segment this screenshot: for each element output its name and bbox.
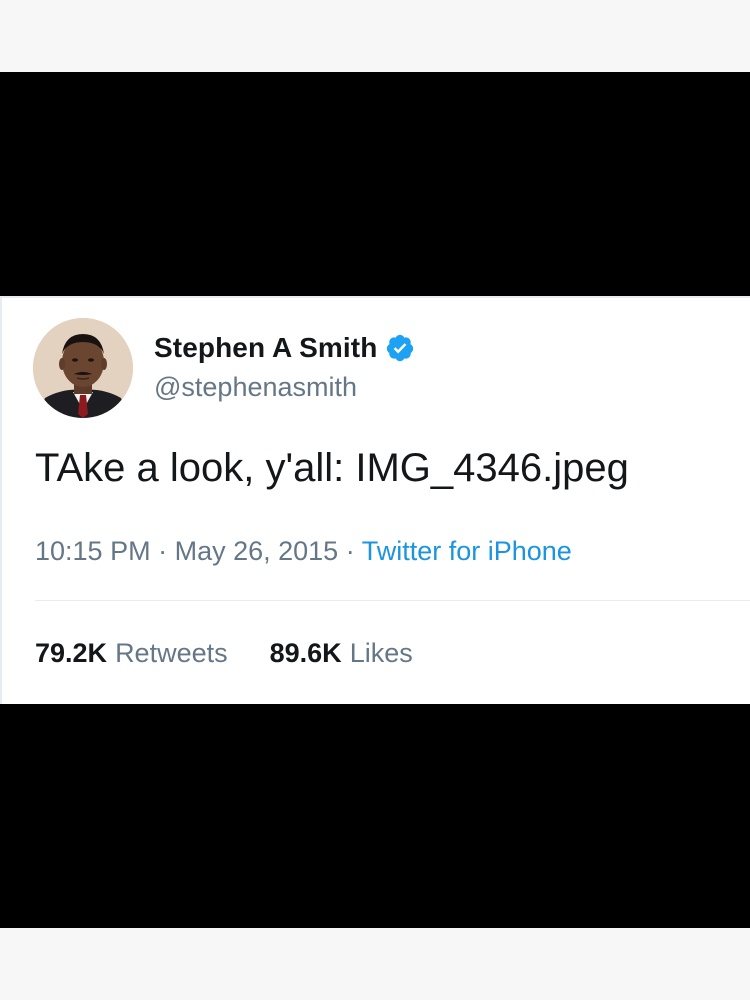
bottom-black-band [0, 704, 750, 928]
stats-divider [35, 600, 750, 601]
tweet-text: TAke a look, y'all: IMG_4346.jpeg [35, 446, 629, 490]
verified-badge-icon [385, 333, 415, 363]
likes-count: 89.6K [269, 638, 342, 668]
likes-label: Likes [349, 638, 413, 668]
tweet-time[interactable]: 10:15 PM [35, 536, 151, 566]
display-name[interactable]: Stephen A Smith [154, 332, 377, 364]
tweet-card: Stephen A Smith @stephenasmith TAke a lo… [0, 296, 750, 704]
likes-stat[interactable]: 89.6K Likes [270, 638, 413, 669]
bottom-frame-margin [0, 928, 750, 1000]
retweets-label: Retweets [115, 638, 228, 668]
top-black-band [0, 72, 750, 296]
avatar[interactable] [33, 318, 133, 418]
tweet-source-link[interactable]: Twitter for iPhone [362, 536, 572, 566]
meta-separator-2: · [345, 536, 362, 566]
retweets-stat[interactable]: 79.2K Retweets [35, 638, 228, 669]
avatar-portrait-image [33, 318, 133, 418]
meta-separator: · [158, 536, 175, 566]
author-name-row: Stephen A Smith [154, 331, 415, 365]
engagement-stats: 79.2K Retweets 89.6K Likes [35, 638, 455, 669]
retweets-count: 79.2K [35, 638, 108, 668]
tweet-meta: 10:15 PM · May 26, 2015 · Twitter for iP… [35, 536, 572, 567]
top-frame-margin [0, 0, 750, 72]
tweet-date[interactable]: May 26, 2015 [175, 536, 339, 566]
user-handle[interactable]: @stephenasmith [154, 372, 357, 403]
